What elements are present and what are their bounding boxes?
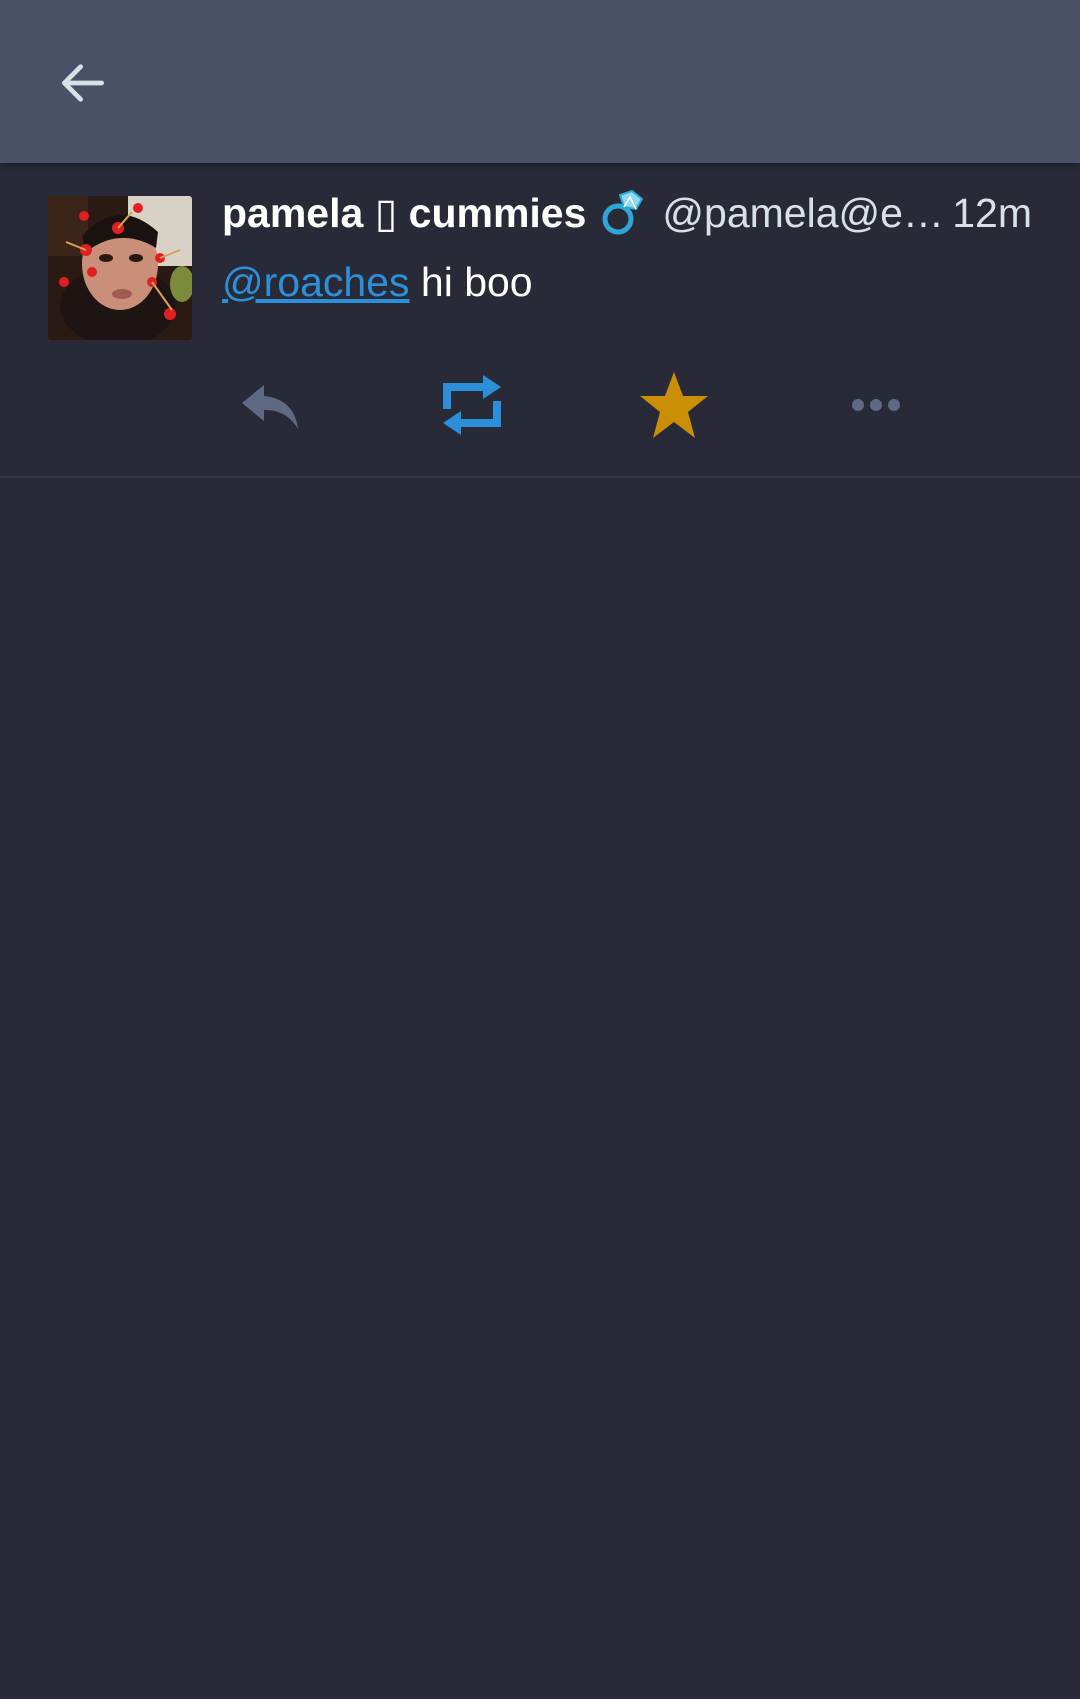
reply-icon: [242, 385, 298, 429]
display-name[interactable]: pamela ▯ cummies: [222, 189, 586, 237]
app-bar: [0, 0, 1080, 163]
timestamp[interactable]: 12m: [952, 190, 1032, 237]
empty-timeline-area: [0, 478, 1080, 1699]
mention-link[interactable]: @roaches: [222, 259, 409, 305]
status-item[interactable]: pamela ▯ cummies @pamela@ehj… 12m @roach…: [0, 163, 1080, 478]
star-icon: [640, 372, 708, 438]
status-text: hi boo: [420, 259, 533, 305]
back-button[interactable]: [40, 40, 126, 126]
boost-button[interactable]: [429, 365, 515, 445]
account-handle[interactable]: @pamela@ehj…: [662, 190, 952, 237]
boost-icon: [443, 375, 501, 435]
status-content: @roaches hi boo: [222, 259, 533, 306]
avatar-image: [48, 196, 192, 340]
ring-emoji-icon: [602, 189, 644, 235]
favourite-button[interactable]: [631, 365, 717, 445]
more-options-button[interactable]: [833, 365, 919, 445]
ellipsis-icon: [852, 399, 900, 411]
avatar[interactable]: [48, 196, 192, 340]
status-header: pamela ▯ cummies @pamela@ehj… 12m: [222, 185, 1032, 241]
arrow-left-icon: [61, 64, 104, 102]
reply-button[interactable]: [227, 365, 313, 445]
